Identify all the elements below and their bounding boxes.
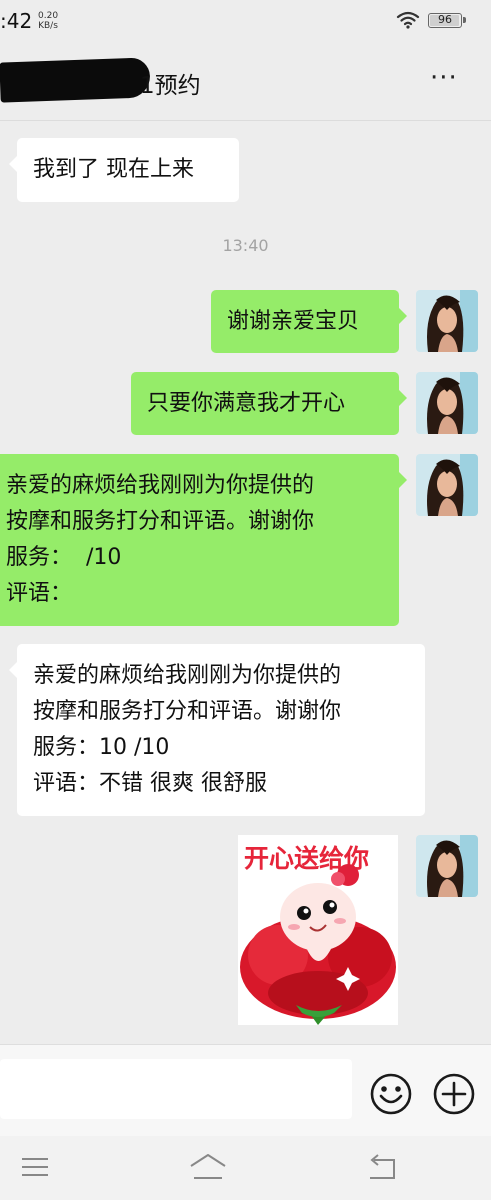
- network-speed-unit: KB/s: [38, 21, 58, 31]
- sticker-message[interactable]: 开心送给你: [238, 835, 398, 1025]
- home-icon[interactable]: [188, 1152, 228, 1182]
- message-timestamp: 13:40: [222, 236, 269, 255]
- avatar-image: [416, 372, 478, 434]
- chat-title[interactable]: 1预约: [140, 66, 201, 100]
- message-input[interactable]: [0, 1059, 352, 1119]
- avatar-image: [416, 290, 478, 352]
- status-bar: :42 0.20 KB/s 96: [0, 0, 491, 44]
- system-nav-bar: [0, 1136, 491, 1200]
- back-icon[interactable]: [366, 1152, 398, 1182]
- menu-icon[interactable]: [20, 1156, 50, 1178]
- battery-level: 96: [438, 13, 452, 26]
- emoji-icon[interactable]: [369, 1072, 413, 1116]
- avatar[interactable]: [416, 372, 478, 434]
- avatar[interactable]: [416, 454, 478, 516]
- avatar-image: [416, 454, 478, 516]
- avatar[interactable]: [416, 290, 478, 352]
- message-bubble-received[interactable]: 我到了 现在上来: [9, 138, 239, 202]
- network-speed-value: 0.20: [38, 11, 59, 21]
- status-time: :42: [0, 9, 33, 33]
- network-speed: 0.20 KB/s: [38, 11, 58, 31]
- wifi-icon: [396, 11, 420, 29]
- chat-header: 1预约 ···: [0, 44, 491, 121]
- message-bubble-received[interactable]: 亲爱的麻烦给我刚刚为你提供的 按摩和服务打分和评语。谢谢你 服务：10 /10 …: [9, 644, 425, 816]
- more-icon[interactable]: ···: [430, 65, 458, 91]
- message-bubble-sent[interactable]: 只要你满意我才开心: [131, 372, 407, 435]
- rose-sticker-image: [240, 864, 396, 1025]
- input-bar: [0, 1044, 491, 1137]
- message-bubble-sent[interactable]: 亲爱的麻烦给我刚刚为你提供的 按摩和服务打分和评语。谢谢你 服务： /10 评语…: [0, 454, 407, 626]
- avatar[interactable]: [416, 835, 478, 897]
- avatar-image: [416, 835, 478, 897]
- battery-icon: 96: [428, 13, 466, 28]
- redacted-contact-name: [0, 57, 151, 103]
- plus-icon[interactable]: [432, 1072, 476, 1116]
- message-bubble-sent[interactable]: 谢谢亲爱宝贝: [211, 290, 407, 353]
